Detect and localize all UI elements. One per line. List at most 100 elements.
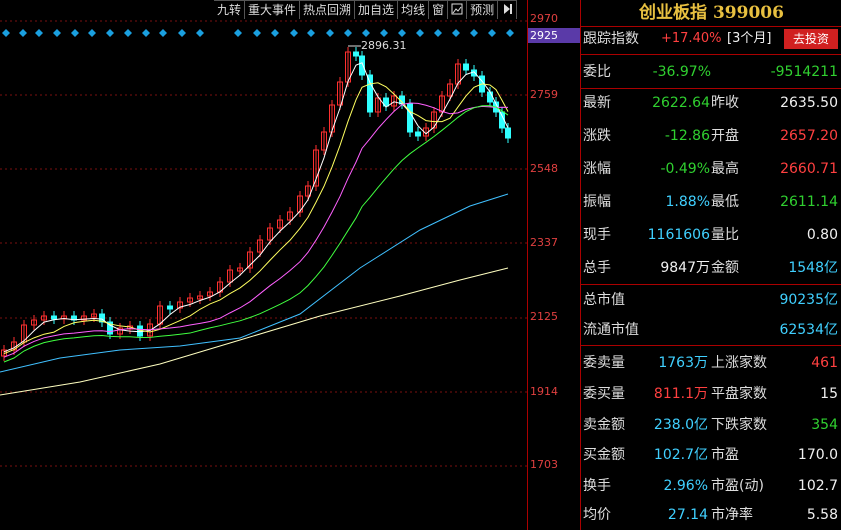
event-marker <box>124 29 132 37</box>
quote-value: 2611.14 <box>780 194 838 210</box>
event-marker <box>416 29 424 37</box>
quote-value: 2657.20 <box>780 128 838 144</box>
stat-label: 委买量 <box>583 386 625 402</box>
quote-row: 涨跌 -12.86 开盘 2657.20 <box>581 126 841 146</box>
stat-value: 170.0 <box>797 447 838 463</box>
quote-row: 总手 9847万 金额 1548亿 <box>581 258 841 278</box>
invest-button[interactable]: 去投资 <box>784 29 838 49</box>
market-cap-label: 总市值 <box>583 292 625 308</box>
event-marker <box>142 29 150 37</box>
weibi-value: -36.97% <box>652 64 711 80</box>
current-price-marker: 2925 <box>528 28 581 43</box>
stat-value: 15 <box>820 386 838 402</box>
event-marker <box>362 29 370 37</box>
stat-label: 换手 <box>583 478 611 494</box>
quote-value: 2622.64 <box>652 95 710 111</box>
event-marker <box>271 29 279 37</box>
event-marker <box>159 29 167 37</box>
stat-label: 下跌家数 <box>711 417 767 433</box>
track-index-label: 跟踪指数 <box>583 31 639 47</box>
quote-label: 最高 <box>711 161 739 177</box>
price-tick: 1914 <box>530 385 558 398</box>
quote-label: 昨收 <box>711 95 739 111</box>
candle-body <box>487 91 493 103</box>
price-tick: 2970 <box>530 12 558 25</box>
event-marker <box>434 29 442 37</box>
candle-body <box>415 131 421 137</box>
quote-row: 现手 1161606 量比 0.80 <box>581 225 841 245</box>
event-marker <box>398 29 406 37</box>
quote-row: 涨幅 -0.49% 最高 2660.71 <box>581 159 841 179</box>
event-marker <box>196 29 204 37</box>
candle-body <box>463 63 469 71</box>
ma30-line <box>3 105 509 363</box>
chart-toolbar: 九转 重大事件 热点回溯 加自选 均线 窗 预测 <box>214 0 518 19</box>
stat-value: 354 <box>811 417 838 433</box>
track-index-value: +17.40% <box>661 31 722 46</box>
stat-value: 102.7亿 <box>653 447 708 463</box>
divider <box>581 88 841 89</box>
toolbar-image-button[interactable] <box>448 1 468 19</box>
kline-chart-svg[interactable] <box>0 0 527 530</box>
event-marker <box>326 29 334 37</box>
stat-label: 上涨家数 <box>711 355 767 371</box>
weibi-diff: -9514211 <box>770 64 838 80</box>
ma120-line <box>0 267 509 396</box>
quote-label: 现手 <box>583 227 611 243</box>
stat-label: 市盈 <box>711 447 739 463</box>
event-marker <box>380 29 388 37</box>
market-cap-row: 总市值 90235亿 <box>581 290 841 310</box>
event-marker <box>253 29 261 37</box>
toolbar-major-events-button[interactable]: 重大事件 <box>245 1 301 19</box>
event-marker <box>290 29 298 37</box>
toolbar-window-button[interactable]: 窗 <box>429 1 449 19</box>
quote-label: 涨跌 <box>583 128 611 144</box>
event-marker <box>234 29 242 37</box>
toolbar-moving-average-button[interactable]: 均线 <box>398 1 430 19</box>
quote-label: 总手 <box>583 260 611 276</box>
quote-value: 2635.50 <box>780 95 838 111</box>
event-marker <box>19 29 27 37</box>
stat-value: 27.14 <box>667 507 708 523</box>
float-cap-row: 流通市值 62534亿 <box>581 320 841 340</box>
event-marker <box>506 29 514 37</box>
candle-body <box>51 315 57 320</box>
weibi-row: 委比 -36.97% -9514211 <box>581 62 841 82</box>
kline-chart[interactable]: 2896.31 九转 重大事件 热点回溯 加自选 均线 窗 预测 <box>0 0 527 530</box>
image-icon <box>451 3 463 15</box>
price-tick: 2759 <box>530 88 558 101</box>
candle-body <box>407 103 413 133</box>
stat-value: 5.58 <box>806 507 838 523</box>
price-axis: 2970 2925 2759 2548 2337 2125 1914 1703 <box>527 0 581 530</box>
toolbar-add-watchlist-button[interactable]: 加自选 <box>355 1 399 19</box>
toolbar-hotspot-review-button[interactable]: 热点回溯 <box>300 1 356 19</box>
candle-body <box>471 69 477 77</box>
index-title: 创业板指 399006 <box>581 0 841 27</box>
stat-row: 委卖量 1763万 上涨家数 461 <box>581 353 841 373</box>
arrow-right-icon <box>504 4 513 14</box>
price-tick: 2548 <box>530 162 558 175</box>
event-marker <box>53 29 61 37</box>
ma5-line <box>3 62 509 353</box>
price-tick: 2125 <box>530 310 558 323</box>
stat-value: 811.1万 <box>653 386 708 402</box>
toolbar-forecast-button[interactable]: 预测 <box>467 1 499 19</box>
quote-value: 9847万 <box>660 260 710 276</box>
divider <box>581 54 841 55</box>
event-marker <box>2 29 10 37</box>
quote-label: 涨幅 <box>583 161 611 177</box>
stat-label: 委卖量 <box>583 355 625 371</box>
toolbar-nine-turn-button[interactable]: 九转 <box>214 1 246 19</box>
divider <box>581 284 841 285</box>
event-marker <box>35 29 43 37</box>
track-index-period: [3个月] <box>727 31 772 46</box>
toolbar-arrow-button[interactable] <box>498 1 518 19</box>
stat-label: 平盘家数 <box>711 386 767 402</box>
stat-row: 换手 2.96% 市盈(动) 102.7 <box>581 476 841 496</box>
divider <box>581 345 841 346</box>
stat-row: 均价 27.14 市净率 5.58 <box>581 505 841 525</box>
ma10-line <box>3 82 509 355</box>
candle-body <box>367 74 373 113</box>
event-marker <box>470 29 478 37</box>
quote-value: 1.88% <box>665 194 710 210</box>
